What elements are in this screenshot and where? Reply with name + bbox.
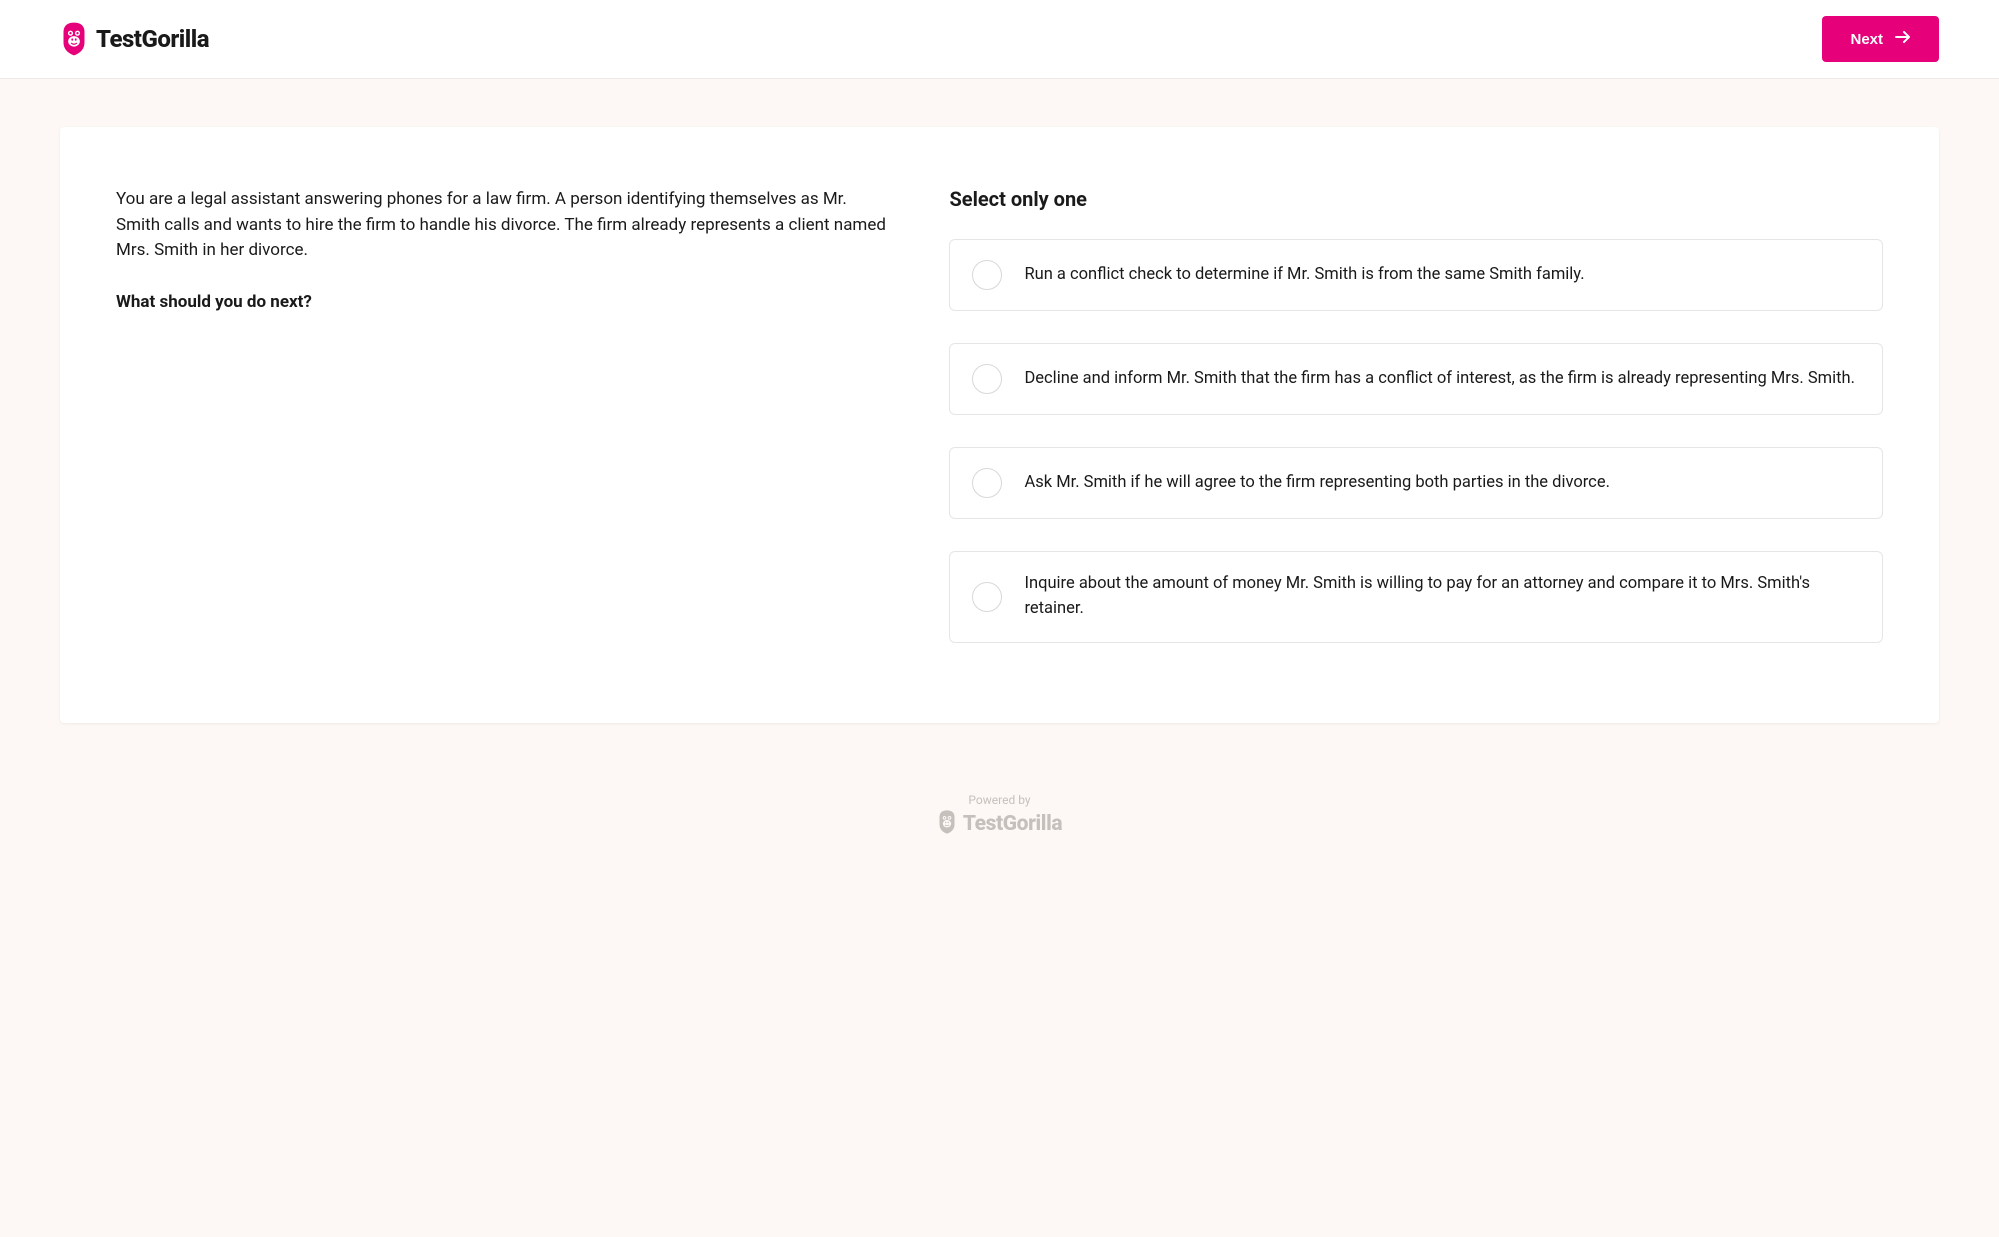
footer-brand-name: TestGorilla <box>963 812 1062 836</box>
page-footer: Powered by TestGorilla <box>0 763 1999 899</box>
page-header: TestGorilla Next <box>0 0 1999 79</box>
question-card: You are a legal assistant answering phon… <box>60 127 1939 723</box>
radio-icon <box>972 582 1002 612</box>
footer-brand-logo: TestGorilla <box>0 809 1999 839</box>
selection-instruction: Select only one <box>949 187 1883 211</box>
brand-name: TestGorilla <box>96 25 209 53</box>
option-text: Ask Mr. Smith if he will agree to the fi… <box>1024 471 1609 496</box>
scenario-text: You are a legal assistant answering phon… <box>116 187 893 264</box>
next-button[interactable]: Next <box>1822 16 1939 62</box>
content-area: You are a legal assistant answering phon… <box>0 79 1999 763</box>
answer-option-3[interactable]: Ask Mr. Smith if he will agree to the fi… <box>949 447 1883 519</box>
answer-option-4[interactable]: Inquire about the amount of money Mr. Sm… <box>949 551 1883 643</box>
answers-column: Select only one Run a conflict check to … <box>949 187 1883 643</box>
option-text: Inquire about the amount of money Mr. Sm… <box>1024 572 1860 622</box>
powered-by-label: Powered by <box>0 793 1999 807</box>
radio-icon <box>972 260 1002 290</box>
radio-icon <box>972 364 1002 394</box>
answer-option-2[interactable]: Decline and inform Mr. Smith that the fi… <box>949 343 1883 415</box>
next-button-label: Next <box>1850 31 1883 48</box>
question-column: You are a legal assistant answering phon… <box>116 187 893 643</box>
arrow-right-icon <box>1895 30 1911 48</box>
gorilla-icon <box>60 21 88 57</box>
gorilla-icon <box>937 809 957 839</box>
question-prompt: What should you do next? <box>116 292 893 312</box>
brand-logo: TestGorilla <box>60 21 209 57</box>
answer-option-1[interactable]: Run a conflict check to determine if Mr.… <box>949 239 1883 311</box>
radio-icon <box>972 468 1002 498</box>
option-text: Run a conflict check to determine if Mr.… <box>1024 263 1584 288</box>
option-text: Decline and inform Mr. Smith that the fi… <box>1024 367 1855 392</box>
